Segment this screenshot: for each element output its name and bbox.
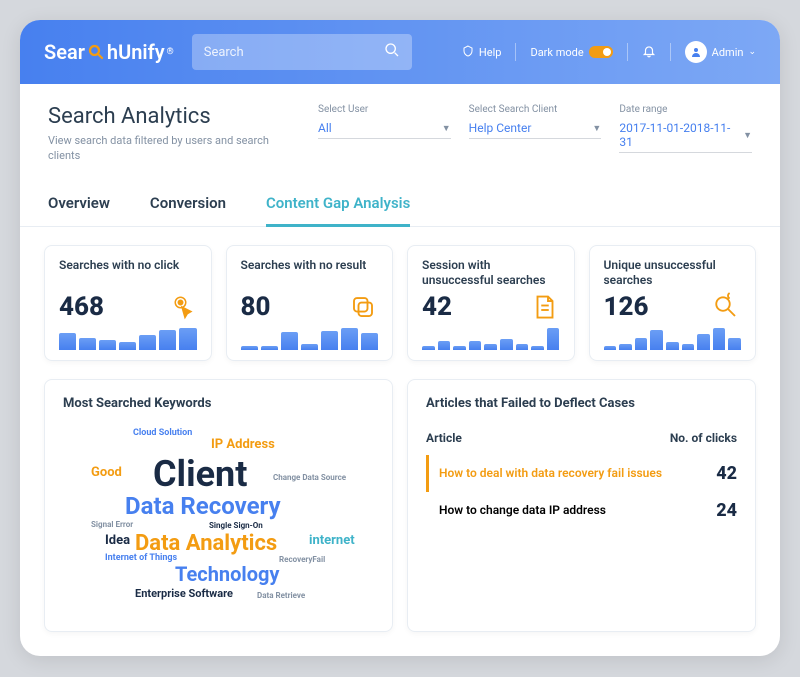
filter-label: Date range — [619, 104, 752, 115]
article-clicks: 42 — [701, 463, 737, 484]
app-window: SearhUnify® Help Dark mode Admin — [20, 20, 780, 656]
keyword[interactable]: Change Data Source — [273, 473, 346, 482]
col-clicks: No. of clicks — [670, 431, 737, 445]
stat-noresult: Searches with no result 80 — [226, 245, 394, 361]
keyword[interactable]: Enterprise Software — [135, 587, 233, 600]
page-subtitle: View search data filtered by users and s… — [48, 133, 288, 164]
filter-value: 2017-11-01-2018-11-31 — [619, 121, 743, 149]
article-name: How to deal with data recovery fail issu… — [439, 465, 689, 481]
stat-noclick: Searches with no click 468 — [44, 245, 212, 361]
stat-value: 80 — [241, 292, 271, 322]
keyword[interactable]: Single Sign-On — [209, 521, 263, 530]
darkmode-label: Dark mode — [530, 46, 583, 59]
keyword[interactable]: IP Address — [211, 437, 275, 452]
darkmode-toggle[interactable]: Dark mode — [530, 46, 612, 59]
article-row[interactable]: How to change data IP address 24 — [426, 492, 737, 529]
keyword[interactable]: Idea — [105, 533, 130, 548]
sparkline — [604, 328, 742, 350]
stats-row: Searches with no click 468 Searches with… — [20, 227, 780, 379]
wordcloud: ClientData RecoveryData AnalyticsTechnol… — [63, 425, 374, 615]
panels: Most Searched Keywords ClientData Recove… — [20, 379, 780, 656]
tabs: Overview Conversion Content Gap Analysis — [20, 174, 780, 227]
filter-daterange[interactable]: Date range 2017-11-01-2018-11-31▼ — [619, 104, 752, 164]
divider — [515, 43, 516, 61]
shield-icon — [462, 45, 474, 60]
keyword[interactable]: Cloud Solution — [133, 428, 192, 438]
article-table-head: Article No. of clicks — [426, 425, 737, 455]
top-header: SearhUnify® Help Dark mode Admin — [20, 20, 780, 84]
stat-label: Unique unsuccessful searches — [604, 258, 742, 290]
caret-down-icon: ▼ — [592, 123, 601, 134]
tab-overview[interactable]: Overview — [48, 186, 110, 226]
help-link[interactable]: Help — [462, 45, 502, 60]
stat-label: Searches with no click — [59, 258, 197, 290]
keyword[interactable]: Client — [153, 453, 247, 495]
bell-icon — [642, 44, 656, 61]
article-row[interactable]: How to deal with data recovery fail issu… — [426, 455, 737, 492]
caret-down-icon: ▼ — [442, 123, 451, 134]
keyword[interactable]: Technology — [175, 562, 280, 586]
keyword[interactable]: Data Retrieve — [257, 591, 305, 600]
col-article: Article — [426, 431, 462, 445]
page-title: Search Analytics — [48, 104, 288, 129]
panel-articles: Articles that Failed to Deflect Cases Ar… — [407, 379, 756, 632]
article-name: How to change data IP address — [439, 502, 689, 518]
stat-unsuccessful: Session with unsuccessful searches 42 — [407, 245, 575, 361]
caret-down-icon: ▼ — [743, 130, 752, 141]
page-header: Search Analytics View search data filter… — [20, 84, 780, 174]
sparkline — [422, 328, 560, 350]
panel-title: Most Searched Keywords — [63, 396, 374, 411]
user-menu[interactable]: Admin ⌄ — [685, 41, 756, 63]
keyword[interactable]: Good — [91, 465, 122, 480]
divider — [670, 43, 671, 61]
filter-value: All — [318, 121, 332, 135]
keyword[interactable]: Signal Error — [91, 520, 133, 529]
stat-unique: Unique unsuccessful searches 126 — [589, 245, 757, 361]
sparkline — [59, 328, 197, 350]
document-icon — [530, 292, 560, 322]
search-icon[interactable] — [384, 42, 400, 62]
filter-label: Select Search Client — [469, 104, 602, 115]
stat-value: 42 — [422, 292, 452, 322]
article-clicks: 24 — [701, 500, 737, 521]
search-icon — [711, 292, 741, 322]
panel-title: Articles that Failed to Deflect Cases — [426, 396, 737, 411]
notifications-button[interactable] — [642, 44, 656, 61]
user-label: Admin — [712, 46, 744, 59]
stat-label: Session with unsuccessful searches — [422, 258, 560, 290]
chevron-down-icon: ⌄ — [748, 47, 756, 57]
keyword[interactable]: RecoveryFail — [279, 555, 325, 564]
logo: SearhUnify® — [44, 40, 174, 64]
stat-label: Searches with no result — [241, 258, 379, 290]
magnify-icon — [87, 43, 105, 61]
header-right: Help Dark mode Admin ⌄ — [462, 41, 756, 63]
divider — [627, 43, 628, 61]
filter-client[interactable]: Select Search Client Help Center ▼ — [469, 104, 602, 164]
filter-user[interactable]: Select User All ▼ — [318, 104, 451, 164]
stat-value: 468 — [59, 292, 104, 322]
stat-value: 126 — [604, 292, 649, 322]
filters: Select User All ▼ Select Search Client He… — [318, 104, 752, 164]
toggle-icon — [589, 46, 613, 58]
tab-contentgap[interactable]: Content Gap Analysis — [266, 186, 410, 227]
avatar — [685, 41, 707, 63]
click-icon — [167, 292, 197, 322]
tab-conversion[interactable]: Conversion — [150, 186, 226, 226]
panel-keywords: Most Searched Keywords ClientData Recove… — [44, 379, 393, 632]
sparkline — [241, 328, 379, 350]
search-input[interactable] — [204, 45, 376, 60]
help-label: Help — [479, 46, 502, 59]
search-box[interactable] — [192, 34, 412, 70]
keyword[interactable]: Data Recovery — [125, 492, 281, 520]
filter-label: Select User — [318, 104, 451, 115]
keyword[interactable]: internet — [309, 533, 355, 548]
copy-icon — [348, 292, 378, 322]
filter-value: Help Center — [469, 121, 532, 135]
keyword[interactable]: Internet of Things — [105, 553, 177, 563]
